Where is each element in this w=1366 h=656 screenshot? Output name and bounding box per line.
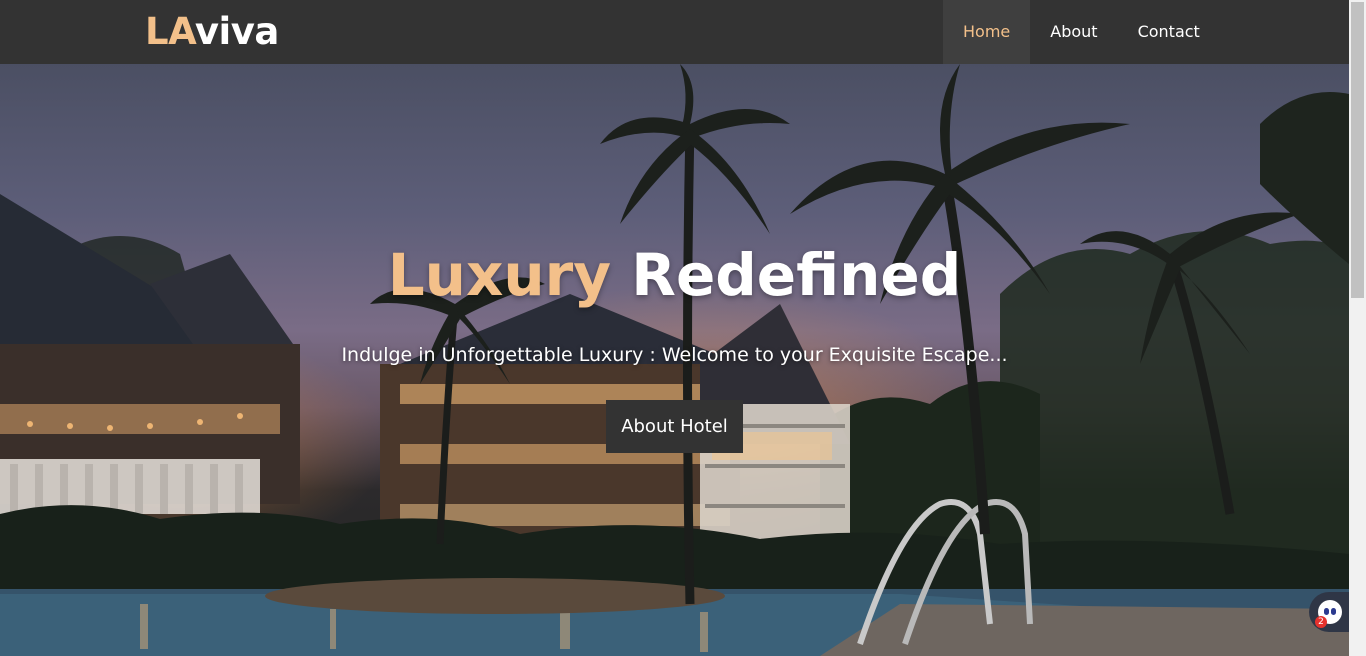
- vertical-scrollbar[interactable]: [1349, 0, 1366, 656]
- about-hotel-button[interactable]: About Hotel: [606, 400, 743, 453]
- chat-bot-eye-left: [1324, 608, 1329, 615]
- hero-subtitle: Indulge in Unforgettable Luxury : Welcom…: [341, 344, 1008, 366]
- navbar: LAviva Home About Contact: [0, 0, 1349, 64]
- nav-link-contact[interactable]: Contact: [1118, 0, 1220, 64]
- nav-link-about[interactable]: About: [1030, 0, 1117, 64]
- hero-title-accent: Luxury: [387, 241, 612, 309]
- hero-title: Luxury Redefined: [0, 240, 1349, 310]
- nav-links: Home About Contact: [943, 0, 1220, 64]
- scrollbar-thumb[interactable]: [1351, 2, 1364, 298]
- hero-content: Luxury Redefined Indulge in Unforgettabl…: [0, 64, 1349, 656]
- chat-widget-button[interactable]: 2: [1309, 592, 1349, 632]
- nav-link-home[interactable]: Home: [943, 0, 1031, 64]
- page: LAviva Home About Contact Luxury Redefin…: [0, 0, 1366, 656]
- hero-section: Luxury Redefined Indulge in Unforgettabl…: [0, 64, 1349, 656]
- logo-rest: viva: [194, 10, 279, 53]
- site-logo[interactable]: LAviva: [145, 10, 279, 54]
- chat-notification-badge: 2: [1315, 616, 1327, 628]
- chat-bot-eye-right: [1331, 608, 1336, 615]
- hero-title-rest: Redefined: [631, 241, 962, 309]
- logo-accent: LA: [145, 10, 195, 53]
